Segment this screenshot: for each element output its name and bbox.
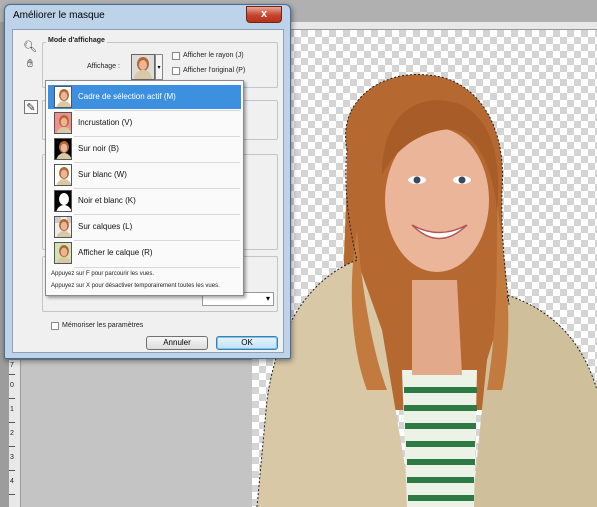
view-dropdown-arrow[interactable]: ▾ xyxy=(155,54,163,80)
reveal-layer-thumbnail xyxy=(54,242,72,264)
ruler-label: 7 xyxy=(10,362,14,369)
menu-item-label: Sur calques (L) xyxy=(78,222,133,231)
menu-item-label: Afficher le calque (R) xyxy=(78,248,153,257)
show-radius-label: Afficher le rayon (J) xyxy=(183,52,244,59)
menu-item-label: Incrustation (V) xyxy=(78,118,133,127)
ok-button[interactable]: OK xyxy=(216,336,278,350)
panel-background xyxy=(21,360,252,507)
menu-item-label: Cadre de sélection actif (M) xyxy=(78,92,176,101)
remember-settings-label: Mémoriser les paramètres xyxy=(62,322,144,329)
marching-ants-thumbnail xyxy=(54,86,72,108)
menu-hint-cycle: Appuyez sur F pour parcourir les vues. xyxy=(51,271,155,277)
show-radius-checkbox[interactable] xyxy=(172,52,180,60)
view-label: Affichage : xyxy=(87,63,120,70)
chevron-down-icon: ▾ xyxy=(265,294,270,303)
black-and-white-thumbnail xyxy=(54,190,72,212)
menu-item-label: Sur blanc (W) xyxy=(78,170,127,179)
menu-item-label: Noir et blanc (K) xyxy=(78,196,136,205)
menu-item-on-black[interactable]: Sur noir (B) xyxy=(48,137,241,161)
view-mode-label: Mode d'affichage xyxy=(46,37,107,44)
close-button[interactable]: x xyxy=(246,6,282,23)
show-original-checkbox[interactable] xyxy=(172,67,180,75)
refine-brush-icon[interactable]: ✎ xyxy=(24,100,38,114)
menu-item-marching-ants[interactable]: Cadre de sélection actif (M) xyxy=(48,85,241,109)
cancel-button[interactable]: Annuler xyxy=(146,336,208,350)
ruler-label: 4 xyxy=(10,478,14,485)
vertical-ruler: 7 0 1 2 3 4 xyxy=(9,360,21,507)
on-white-thumbnail xyxy=(54,164,72,186)
menu-item-label: Sur noir (B) xyxy=(78,144,119,153)
zoom-icon[interactable]: 🔍︎ xyxy=(23,40,37,54)
overlay-thumbnail xyxy=(54,112,72,134)
ruler-label: 2 xyxy=(10,430,14,437)
menu-item-on-layers[interactable]: Sur calques (L) xyxy=(48,215,241,239)
view-mode-menu: Cadre de sélection actif (M) Incrustatio… xyxy=(45,80,244,296)
ruler-label: 1 xyxy=(10,406,14,413)
on-black-thumbnail xyxy=(54,138,72,160)
hand-icon[interactable]: ✋︎ xyxy=(23,57,37,71)
menu-item-overlay[interactable]: Incrustation (V) xyxy=(48,111,241,135)
horizontal-ruler xyxy=(252,22,597,30)
portrait-photo xyxy=(252,30,597,507)
menu-item-on-white[interactable]: Sur blanc (W) xyxy=(48,163,241,187)
show-original-label: Afficher l'original (P) xyxy=(183,67,246,74)
on-layers-thumbnail xyxy=(54,216,72,238)
menu-item-black-and-white[interactable]: Noir et blanc (K) xyxy=(48,189,241,213)
menu-hint-disable: Appuyez sur X pour désactiver temporaire… xyxy=(51,283,220,289)
dialog-title: Améliorer le masque xyxy=(13,10,105,21)
ruler-label: 0 xyxy=(10,382,14,389)
menu-item-reveal-layer[interactable]: Afficher le calque (R) xyxy=(48,241,241,265)
remember-settings-checkbox[interactable] xyxy=(51,322,59,330)
ruler-label: 3 xyxy=(10,454,14,461)
view-thumbnail[interactable] xyxy=(131,54,155,80)
